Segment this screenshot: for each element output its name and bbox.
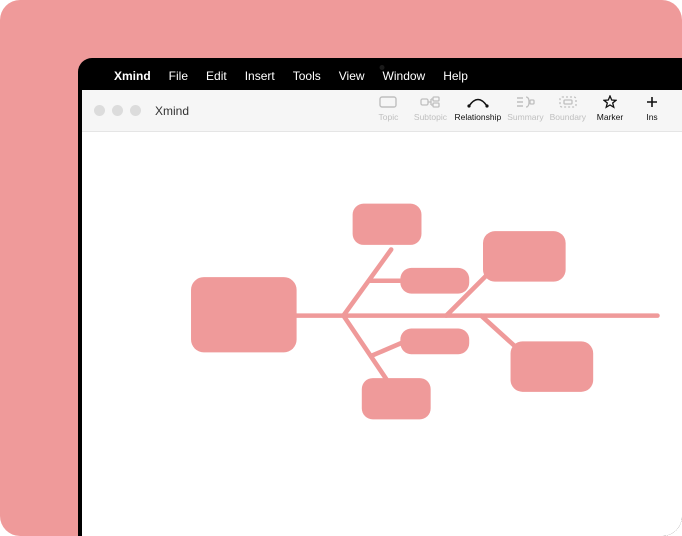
tool-boundary[interactable]: Boundary bbox=[550, 94, 586, 122]
tool-marker-label: Marker bbox=[597, 112, 623, 122]
menubar-help[interactable]: Help bbox=[443, 69, 468, 83]
topic-icon bbox=[379, 94, 397, 110]
screen: Xmind File Edit Insert Tools View Window… bbox=[82, 62, 682, 536]
backdrop: Xmind File Edit Insert Tools View Window… bbox=[0, 0, 682, 536]
tool-topic[interactable]: Topic bbox=[370, 94, 406, 122]
marker-icon bbox=[603, 94, 617, 110]
tool-relationship[interactable]: Relationship bbox=[454, 94, 501, 122]
menubar-window[interactable]: Window bbox=[383, 69, 426, 83]
tool-summary-label: Summary bbox=[507, 112, 543, 122]
app-window: Xmind Topic bbox=[82, 90, 682, 536]
plus-icon bbox=[645, 94, 659, 110]
tool-subtopic[interactable]: Subtopic bbox=[412, 94, 448, 122]
laptop-frame: Xmind File Edit Insert Tools View Window… bbox=[78, 58, 682, 536]
menubar-app-name[interactable]: Xmind bbox=[114, 69, 151, 83]
toolbar: Topic Subtopic bbox=[370, 90, 670, 131]
tool-insert[interactable]: Ins bbox=[634, 94, 670, 122]
titlebar: Xmind Topic bbox=[82, 90, 682, 132]
camera-notch bbox=[380, 65, 385, 70]
tool-summary[interactable]: Summary bbox=[507, 94, 543, 122]
traffic-lights bbox=[94, 105, 141, 116]
tool-boundary-label: Boundary bbox=[550, 112, 586, 122]
menubar-view[interactable]: View bbox=[339, 69, 365, 83]
node-bottom-right[interactable] bbox=[511, 341, 594, 392]
window-title: Xmind bbox=[155, 104, 189, 118]
node-upper-pill[interactable] bbox=[400, 268, 469, 294]
maximize-button[interactable] bbox=[130, 105, 141, 116]
root-node[interactable] bbox=[191, 277, 297, 352]
tool-relationship-label: Relationship bbox=[454, 112, 501, 122]
tool-marker[interactable]: Marker bbox=[592, 94, 628, 122]
minimize-button[interactable] bbox=[112, 105, 123, 116]
tool-subtopic-label: Subtopic bbox=[414, 112, 447, 122]
close-button[interactable] bbox=[94, 105, 105, 116]
relationship-icon bbox=[467, 94, 489, 110]
menubar-tools[interactable]: Tools bbox=[293, 69, 321, 83]
boundary-icon bbox=[559, 94, 577, 110]
menubar-edit[interactable]: Edit bbox=[206, 69, 227, 83]
tool-insert-label: Ins bbox=[646, 112, 657, 122]
menubar-file[interactable]: File bbox=[169, 69, 188, 83]
node-bottom-small[interactable] bbox=[362, 378, 431, 419]
summary-icon bbox=[515, 94, 535, 110]
canvas[interactable] bbox=[82, 132, 682, 536]
node-top-right[interactable] bbox=[483, 231, 566, 282]
mindmap-diagram bbox=[82, 132, 682, 536]
node-top-small[interactable] bbox=[353, 204, 422, 245]
tool-topic-label: Topic bbox=[379, 112, 399, 122]
node-lower-pill[interactable] bbox=[400, 328, 469, 354]
subtopic-icon bbox=[420, 94, 440, 110]
menubar-insert[interactable]: Insert bbox=[245, 69, 275, 83]
